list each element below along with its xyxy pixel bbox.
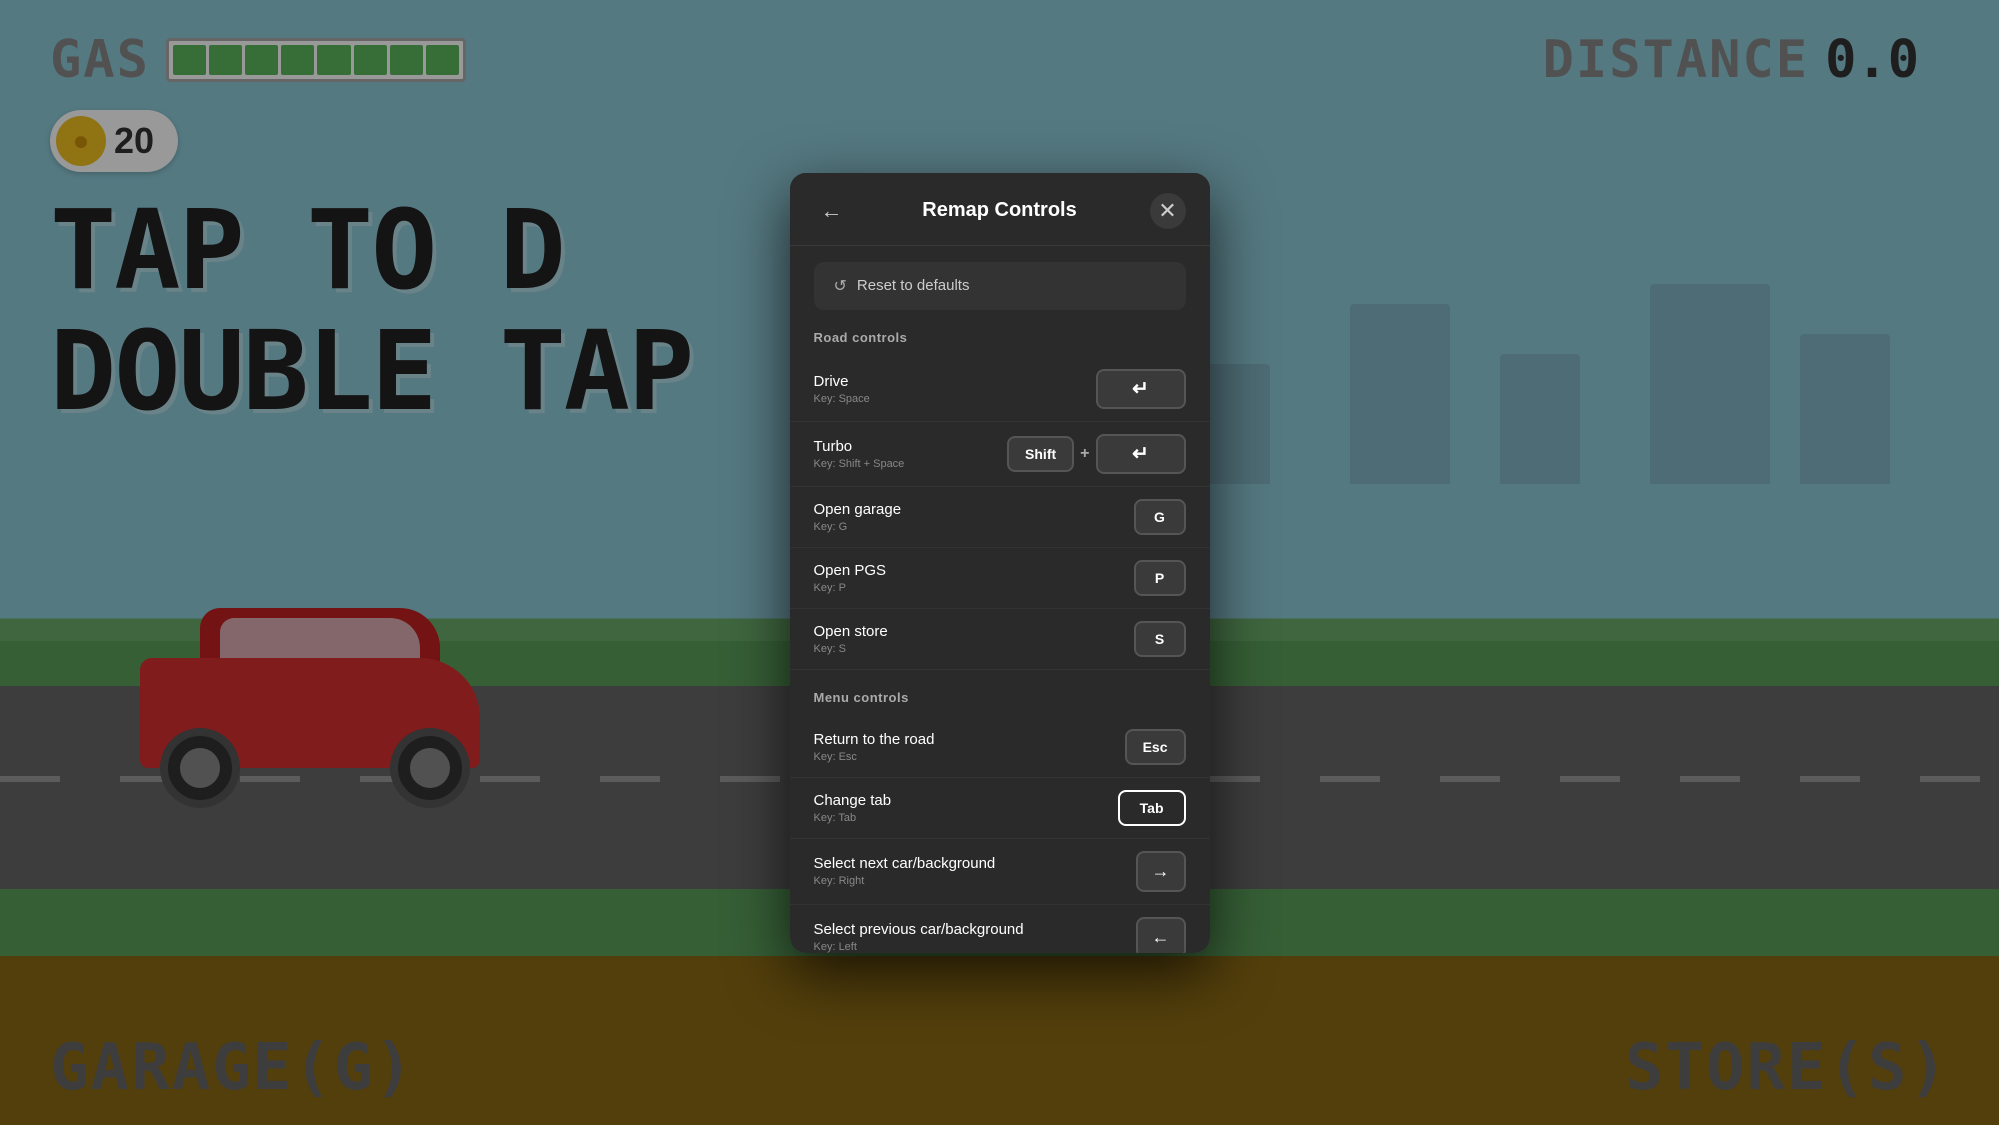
next-car-key-label: → [1152,861,1170,881]
reset-icon: ↺ [834,276,847,296]
turbo-modifier-label: Shift [1025,446,1056,462]
modal-title: Remap Controls [922,199,1076,222]
open-garage-key-button[interactable]: G [1134,499,1186,535]
change-tab-key-button[interactable]: Tab [1118,790,1186,826]
change-tab-key-hint: Key: Tab [814,812,892,824]
drive-space-icon: ↵ [1132,379,1149,399]
reset-label: Reset to defaults [857,277,970,294]
open-store-key-display: S [1134,621,1186,657]
prev-car-key-label: ← [1152,927,1170,947]
open-garage-control-row: Open garage Key: G G [790,487,1210,548]
next-car-key-display: → [1136,851,1186,892]
turbo-space-icon: ↵ [1132,444,1149,464]
open-pgs-key-display: P [1134,560,1186,596]
open-garage-key-display: G [1134,499,1186,535]
open-garage-name: Open garage [814,501,902,518]
change-tab-key-display: Tab [1118,790,1186,826]
open-pgs-key-label: P [1155,570,1164,586]
road-controls-section-label: Road controls [790,326,1210,357]
modal-back-button[interactable]: ← [814,193,850,229]
open-garage-key-hint: Key: G [814,521,902,533]
open-pgs-info: Open PGS Key: P [814,562,887,594]
prev-car-key-display: ← [1136,917,1186,953]
menu-controls-section-label: Menu controls [790,670,1210,717]
next-car-name: Select next car/background [814,855,996,872]
prev-car-key-button[interactable]: ← [1136,917,1186,953]
turbo-shift-button[interactable]: Shift [1007,436,1074,472]
next-car-key-button[interactable]: → [1136,851,1186,892]
open-store-info: Open store Key: S [814,623,888,655]
drive-key-display: ↵ [1096,369,1186,409]
modal-close-button[interactable]: ✕ [1150,193,1186,229]
next-car-control-row: Select next car/background Key: Right → [790,839,1210,905]
turbo-plus: + [1080,445,1089,463]
open-store-key-hint: Key: S [814,643,888,655]
next-car-key-hint: Key: Right [814,875,996,887]
return-road-key-hint: Key: Esc [814,751,935,763]
open-store-key-button[interactable]: S [1134,621,1186,657]
open-garage-info: Open garage Key: G [814,501,902,533]
change-tab-control-row: Change tab Key: Tab Tab [790,778,1210,839]
prev-car-name: Select previous car/background [814,921,1024,938]
return-road-info: Return to the road Key: Esc [814,731,935,763]
drive-key-hint: Key: Space [814,393,870,405]
change-tab-name: Change tab [814,792,892,809]
return-road-key-button[interactable]: Esc [1125,729,1186,765]
reset-defaults-button[interactable]: ↺ Reset to defaults [814,262,1186,310]
return-road-key-label: Esc [1143,739,1168,755]
open-pgs-name: Open PGS [814,562,887,579]
turbo-key-hint: Key: Shift + Space [814,458,905,470]
open-store-key-label: S [1155,631,1164,647]
prev-car-control-row: Select previous car/background Key: Left… [790,905,1210,953]
turbo-name: Turbo [814,438,905,455]
turbo-control-row: Turbo Key: Shift + Space Shift + ↵ [790,422,1210,487]
return-road-key-display: Esc [1125,729,1186,765]
return-road-control-row: Return to the road Key: Esc Esc [790,717,1210,778]
open-store-control-row: Open store Key: S S [790,609,1210,670]
drive-key-button[interactable]: ↵ [1096,369,1186,409]
turbo-space-button[interactable]: ↵ [1096,434,1186,474]
drive-control-row: Drive Key: Space ↵ [790,357,1210,422]
open-pgs-control-row: Open PGS Key: P P [790,548,1210,609]
change-tab-key-label: Tab [1140,800,1164,816]
back-icon: ← [821,198,843,224]
open-pgs-key-hint: Key: P [814,582,887,594]
drive-name: Drive [814,373,870,390]
prev-car-key-hint: Key: Left [814,941,1024,953]
close-icon: ✕ [1158,198,1176,224]
open-garage-key-label: G [1154,509,1165,525]
open-store-name: Open store [814,623,888,640]
turbo-key-display: Shift + ↵ [1007,434,1185,474]
next-car-info: Select next car/background Key: Right [814,855,996,887]
turbo-control-info: Turbo Key: Shift + Space [814,438,905,470]
drive-control-info: Drive Key: Space [814,373,870,405]
return-road-name: Return to the road [814,731,935,748]
modal-header: ← Remap Controls ✕ [790,173,1210,246]
prev-car-info: Select previous car/background Key: Left [814,921,1024,953]
change-tab-info: Change tab Key: Tab [814,792,892,824]
remap-controls-modal: ← Remap Controls ✕ ↺ Reset to defaults R… [790,173,1210,953]
modal-overlay: ← Remap Controls ✕ ↺ Reset to defaults R… [0,0,1999,1125]
open-pgs-key-button[interactable]: P [1134,560,1186,596]
